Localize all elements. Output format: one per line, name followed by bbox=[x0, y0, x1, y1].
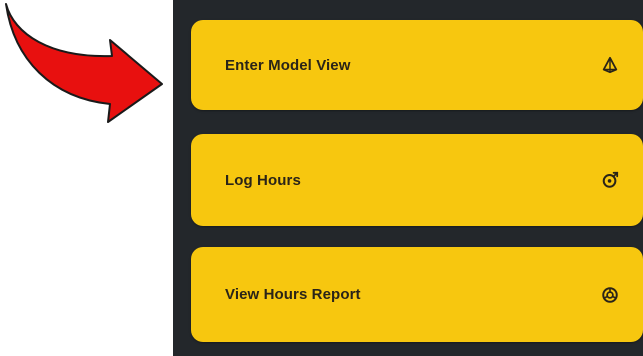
enter-model-view-button[interactable]: Enter Model View bbox=[191, 20, 643, 110]
pie-chart-icon bbox=[601, 286, 619, 304]
view-hours-report-button[interactable]: View Hours Report bbox=[191, 247, 643, 342]
annotation-arrow bbox=[0, 0, 175, 125]
curved-arrow-icon bbox=[5, 3, 163, 123]
log-hours-button[interactable]: Log Hours bbox=[191, 134, 643, 226]
app-menu-panel: Enter Model View Log Hours View Hours Re… bbox=[173, 0, 643, 356]
timer-refresh-icon bbox=[601, 171, 619, 189]
view-hours-report-label: View Hours Report bbox=[225, 286, 361, 303]
cube-outline-icon bbox=[601, 56, 619, 74]
log-hours-label: Log Hours bbox=[225, 171, 301, 189]
enter-model-view-label: Enter Model View bbox=[225, 56, 351, 74]
